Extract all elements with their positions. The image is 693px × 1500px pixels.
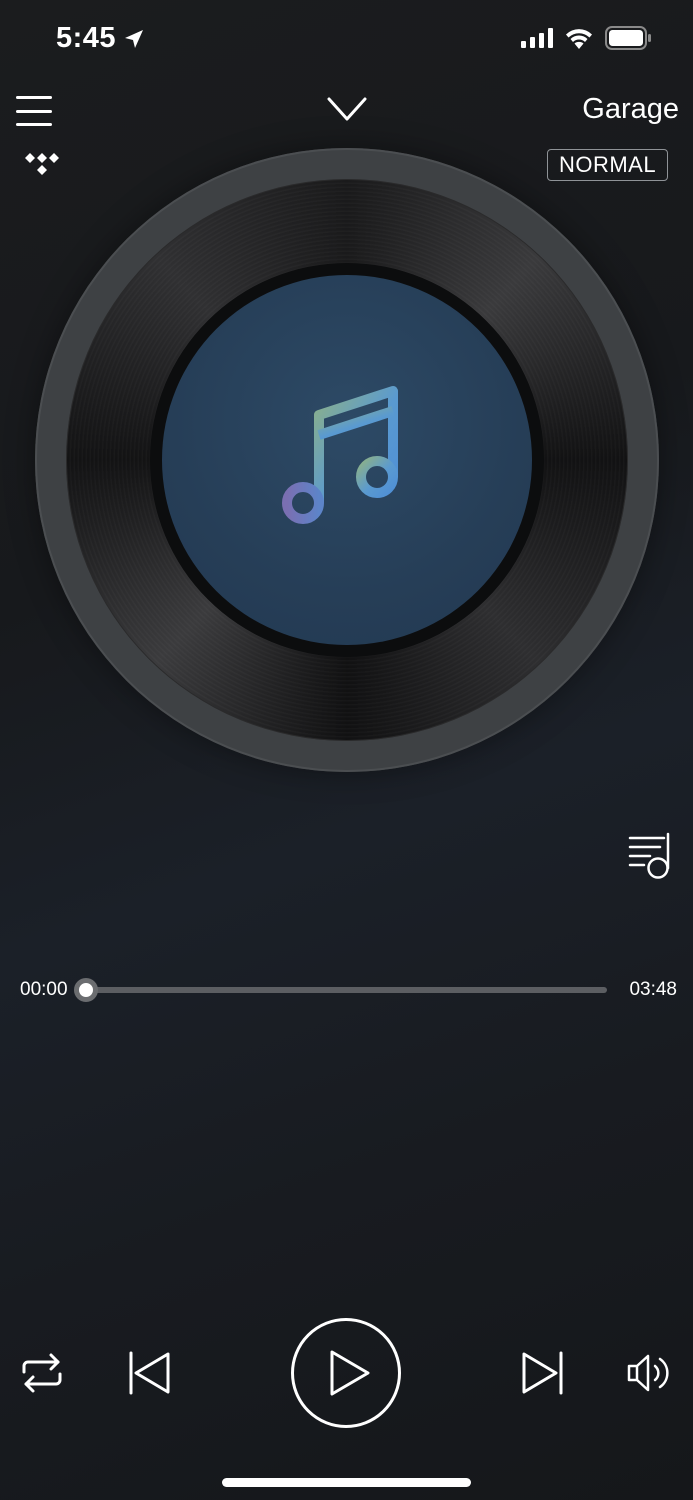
menu-line: [16, 123, 52, 126]
device-name[interactable]: Garage: [582, 93, 679, 126]
quality-badge[interactable]: NORMAL: [547, 149, 668, 181]
progress-track[interactable]: [84, 987, 607, 993]
total-time: 03:48: [629, 979, 677, 1000]
status-time-text: 5:45: [56, 22, 117, 54]
play-button[interactable]: [291, 1318, 401, 1428]
tidal-logo: [25, 153, 59, 175]
progress-thumb[interactable]: [74, 978, 98, 1002]
skip-previous-icon[interactable]: [126, 1350, 172, 1396]
music-note-icon: [282, 386, 398, 524]
cellular-signal-icon: [521, 28, 553, 48]
volume-icon[interactable]: [626, 1352, 674, 1394]
chevron-down-icon[interactable]: [326, 94, 368, 124]
status-icons: [521, 26, 651, 50]
hamburger-menu-icon[interactable]: [16, 96, 52, 126]
location-arrow-icon: [125, 29, 144, 48]
menu-line: [16, 96, 52, 99]
playlist-queue-icon[interactable]: [628, 832, 672, 880]
wifi-icon: [566, 29, 592, 49]
battery-icon: [605, 26, 651, 50]
status-time: 5:45: [56, 22, 146, 55]
play-icon: [330, 1350, 370, 1396]
elapsed-time: 00:00: [20, 979, 68, 1000]
vinyl-label: [162, 275, 532, 645]
menu-line: [16, 109, 52, 113]
repeat-icon[interactable]: [20, 1352, 64, 1394]
home-indicator[interactable]: [222, 1478, 471, 1487]
skip-next-icon[interactable]: [520, 1350, 566, 1396]
